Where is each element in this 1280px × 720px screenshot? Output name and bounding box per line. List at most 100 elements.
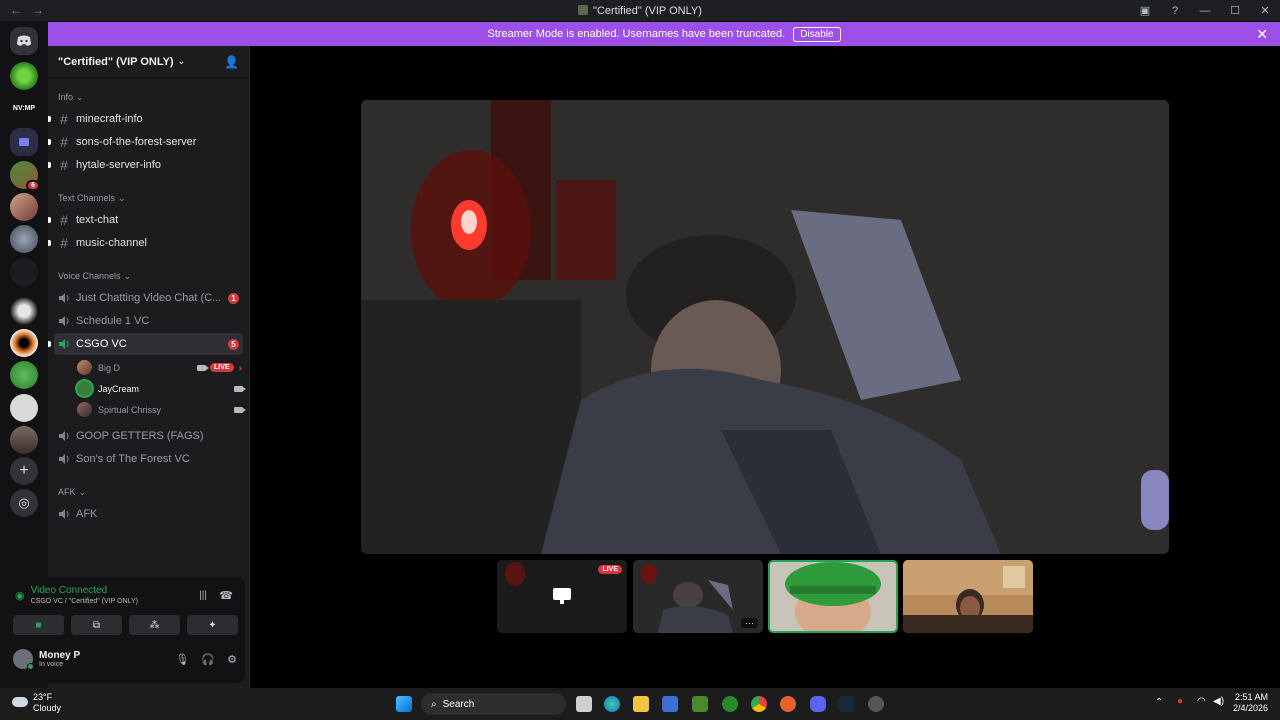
server-certified-icon[interactable]: 6 [10,161,40,191]
weather-widget[interactable]: 23°F Cloudy [33,692,61,714]
activities-button[interactable]: ⁂ [129,615,180,635]
voice-channel-goop-getters[interactable]: GOOP GETTERS (FAGS) [54,425,243,447]
more-options-icon[interactable]: ··· [741,618,758,628]
minecraft-icon[interactable] [692,696,708,712]
soundboard-icon: ✦ [208,619,217,631]
guild-header[interactable]: "Certified" (VIP ONLY) ⌄ 👤 [48,46,249,78]
server-nvmp-icon[interactable]: NV:MP [8,94,40,122]
mention-badge: 5 [228,338,239,350]
add-member-icon[interactable]: 👤 [224,55,239,69]
voice-channel-schedule[interactable]: Schedule 1 VC [54,310,243,332]
file-explorer-icon[interactable] [633,696,649,712]
channel-sons-of-the-forest-server[interactable]: # sons-of-the-forest-server [48,131,243,153]
maximize-button[interactable]: ☐ [1220,4,1250,17]
server-icon-4[interactable] [10,225,38,253]
volume-icon[interactable]: ◀) [1213,696,1224,707]
server-folder-icon[interactable] [10,128,38,156]
discord-home-icon[interactable] [10,27,38,55]
disconnect-icon[interactable]: ☎ [219,589,233,602]
chevron-down-icon: ⌄ [123,270,132,281]
thumbnail-webcam-2[interactable] [768,560,898,633]
xbox-icon[interactable] [722,696,738,712]
discord-taskbar-icon[interactable] [810,696,826,712]
thumbnail-webcam-3[interactable] [903,560,1033,633]
voice-user-spirtual-chrissy[interactable]: Spirtual Chrissy [77,399,246,420]
edge-icon[interactable] [604,696,620,712]
category-afk[interactable]: AFK ⌄ [48,484,249,500]
server-icon-9[interactable] [10,394,38,422]
server-icon-6[interactable] [10,297,38,325]
chevron-down-icon: ⌄ [118,192,126,203]
windows-start-icon[interactable] [396,696,412,712]
speaker-icon [59,431,69,441]
screen-share-button[interactable]: ⧉ [71,615,122,635]
server-icon [578,5,589,15]
category-text-channels[interactable]: Text Channels ⌄ [48,190,249,206]
server-icon-3[interactable] [10,193,38,221]
camera-icon: ■ [35,619,42,631]
task-view-icon[interactable] [576,696,592,712]
voice-channel-just-chatting[interactable]: Just Chatting Video Chat (C... 1 [54,287,243,309]
user-status-icons [234,385,246,392]
store-icon[interactable] [662,696,678,712]
voice-channel-afk[interactable]: AFK [54,503,243,525]
voice-channel-csgo[interactable]: CSGO VC 5 [48,333,243,355]
live-badge: LIVE [210,363,234,372]
channel-text-chat[interactable]: # text-chat [48,209,243,231]
camera-icon [234,385,246,392]
channel-music-channel[interactable]: # music-channel [48,232,243,254]
close-icon[interactable]: ✕ [1256,26,1268,43]
server-vanity-icon[interactable] [10,62,38,90]
wifi-icon[interactable]: ◠ [1197,696,1206,707]
channel-minecraft-info[interactable]: # minecraft-info [48,108,243,130]
chrome-icon[interactable] [751,696,767,712]
camera-button[interactable]: ■ [13,615,64,635]
thumbnail-webcam-1[interactable]: ··· [633,560,763,633]
chevron-down-icon: ⌄ [177,56,186,66]
app-icon-2[interactable] [868,696,884,712]
cloud-icon [12,697,28,707]
server-icon-10[interactable] [10,426,38,454]
thumbnail-screen-share[interactable]: LIVE [497,560,627,633]
microphone-tray-icon[interactable]: ● [1177,696,1183,707]
speaker-icon [59,509,69,519]
video-stage: LIVE ··· [250,46,1280,688]
channel-hytale-server-info[interactable]: # hytale-server-info [48,154,243,176]
noise-suppression-icon[interactable]: ||| [199,590,207,601]
gear-icon[interactable]: ⚙ [227,653,237,666]
main-video-feed[interactable] [361,100,1169,554]
speaker-icon [59,316,69,326]
add-server-icon[interactable]: + [10,457,38,485]
minimize-button[interactable]: — [1190,5,1220,17]
server-icon-5[interactable] [10,258,38,286]
discover-icon[interactable]: ◎ [10,489,38,517]
disable-button[interactable]: Disable [793,26,841,42]
close-button[interactable]: ✕ [1250,4,1280,17]
user-status-icons: LIVE ◗ [197,363,243,373]
clock[interactable]: 2:51 AM 2/4/2026 [1233,692,1268,714]
server-pepe-icon[interactable] [10,361,38,389]
speaker-icon [59,339,69,349]
soundboard-button[interactable]: ✦ [187,615,238,635]
hash-icon: # [60,134,68,150]
window-controls: ▣ ? — ☐ ✕ [1130,0,1280,21]
unread-dot [48,217,51,223]
mention-badge: 1 [228,292,239,304]
category-voice-channels[interactable]: Voice Channels ⌄ [48,268,249,284]
category-info[interactable]: Info ⌄ [48,89,249,105]
voice-user-big-d[interactable]: Big D LIVE ◗ [77,357,243,378]
hash-icon: # [60,212,68,228]
taskbar-search[interactable]: ⌕ Search [421,693,566,715]
voice-user-jaycream[interactable]: JayCream [77,378,246,399]
server-icon-7[interactable] [10,329,38,357]
avatar[interactable] [13,649,34,670]
voice-channel-sons-forest[interactable]: Son's of The Forest VC [54,448,243,470]
guild-name: "Certified" (VIP ONLY) [58,55,174,68]
microphone-icon[interactable]: 🎙 [175,653,189,666]
cast-icon[interactable]: ▣ [1130,4,1160,17]
help-icon[interactable]: ? [1160,5,1190,17]
app-icon[interactable] [780,696,796,712]
headphones-icon[interactable]: 🎧 [201,653,215,666]
chevron-up-icon[interactable]: ⌃ [1155,697,1163,708]
steam-icon[interactable] [838,696,854,712]
